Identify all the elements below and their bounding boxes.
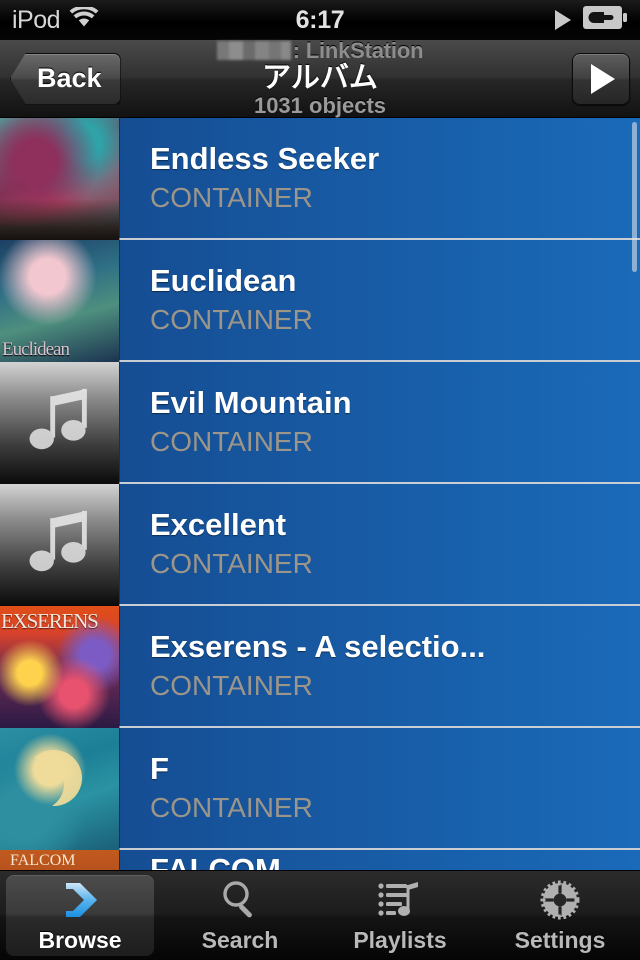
album-artwork-placeholder <box>0 362 120 484</box>
album-artwork-placeholder <box>0 484 120 606</box>
page-title: アルバム <box>262 61 378 94</box>
list-item-subtitle: CONTAINER <box>150 791 313 823</box>
status-bar-right <box>440 6 640 34</box>
server-suffix-label: : LinkStation <box>292 38 424 64</box>
list-item-title: F <box>150 751 169 786</box>
list-item-subtitle: CONTAINER <box>150 303 313 335</box>
album-artwork <box>0 118 120 240</box>
list-item[interactable]: FALCOM <box>0 850 640 870</box>
playlists-icon <box>377 878 423 922</box>
list-item[interactable]: Evil Mountain CONTAINER <box>0 362 640 484</box>
album-artwork <box>0 728 120 850</box>
back-button[interactable]: Back <box>10 52 121 105</box>
back-button-shape[interactable]: Back <box>10 52 121 105</box>
list-item-title: Endless Seeker <box>150 141 380 176</box>
tab-search[interactable]: Search <box>160 871 320 960</box>
list-item-title: Evil Mountain <box>150 385 352 420</box>
list-item[interactable]: Excellent CONTAINER <box>0 484 640 606</box>
list-item-text: FALCOM <box>120 850 640 870</box>
album-art-exserens <box>0 606 119 728</box>
list-item-title: Exserens - A selectio... <box>150 629 486 664</box>
music-note-placeholder-icon <box>0 362 119 484</box>
tab-search-label: Search <box>201 926 279 953</box>
list-item-text: Exserens - A selectio... CONTAINER <box>120 606 640 726</box>
back-button-label: Back <box>37 63 102 93</box>
album-art-falcom <box>0 850 119 870</box>
status-bar: iPod 6:17 <box>0 0 640 40</box>
list-item-text: Excellent CONTAINER <box>120 484 640 604</box>
status-bar-left: iPod <box>0 4 200 35</box>
music-note-placeholder-icon <box>0 484 119 606</box>
browse-icon <box>58 878 102 922</box>
clock-label: 6:17 <box>295 5 345 34</box>
tab-browse-label: Browse <box>38 926 122 953</box>
list-item[interactable]: Euclidean CONTAINER <box>0 240 640 362</box>
tab-settings-label: Settings <box>514 926 606 953</box>
object-count-label: 1031 objects <box>253 93 387 119</box>
redacted-server-name <box>216 41 291 61</box>
search-icon <box>218 878 262 922</box>
album-art-euclidean <box>0 240 119 362</box>
list-item-subtitle: CONTAINER <box>150 425 313 457</box>
list-item[interactable]: Endless Seeker CONTAINER <box>0 118 640 240</box>
list-item-title: Excellent <box>150 507 287 542</box>
list-item[interactable]: F CONTAINER <box>0 728 640 850</box>
list-item-title: Euclidean <box>150 263 297 298</box>
scrollbar[interactable] <box>632 122 637 272</box>
list-item-subtitle: CONTAINER <box>150 547 313 579</box>
album-list[interactable]: Endless Seeker CONTAINER Euclidean CONTA… <box>0 118 640 870</box>
status-bar-center: 6:17 <box>200 6 440 35</box>
navigation-bar: : LinkStation アルバム 1031 objects Back <box>0 38 640 119</box>
album-art-f <box>0 728 119 850</box>
list-item-text: Endless Seeker CONTAINER <box>120 118 640 238</box>
list-item-title: FALCOM <box>150 853 626 870</box>
list-item-text: Evil Mountain CONTAINER <box>120 362 640 482</box>
battery-charging-icon <box>583 6 627 34</box>
album-artwork <box>0 240 120 362</box>
play-indicator-icon <box>555 10 571 30</box>
tab-playlists[interactable]: Playlists <box>320 871 480 960</box>
play-icon <box>591 64 615 94</box>
tab-playlists-label: Playlists <box>353 926 447 953</box>
carrier-label: iPod <box>12 5 61 34</box>
list-item-subtitle: CONTAINER <box>150 669 313 701</box>
nav-play-button[interactable] <box>572 53 630 105</box>
list-item-subtitle: CONTAINER <box>150 181 313 213</box>
list-item-text: F CONTAINER <box>120 728 640 848</box>
album-artwork <box>0 606 120 728</box>
list-item[interactable]: Exserens - A selectio... CONTAINER <box>0 606 640 728</box>
tab-browse[interactable]: Browse <box>0 871 160 960</box>
breadcrumb-server: : LinkStation <box>216 38 424 64</box>
settings-gear-icon <box>538 878 582 922</box>
tab-settings[interactable]: Settings <box>480 871 640 960</box>
album-art-endless-seeker <box>0 118 119 240</box>
wifi-icon <box>69 4 99 34</box>
list-item-text: Euclidean CONTAINER <box>120 240 640 360</box>
tab-bar: Browse Search Playlists Settings <box>0 870 640 960</box>
album-artwork <box>0 850 120 870</box>
